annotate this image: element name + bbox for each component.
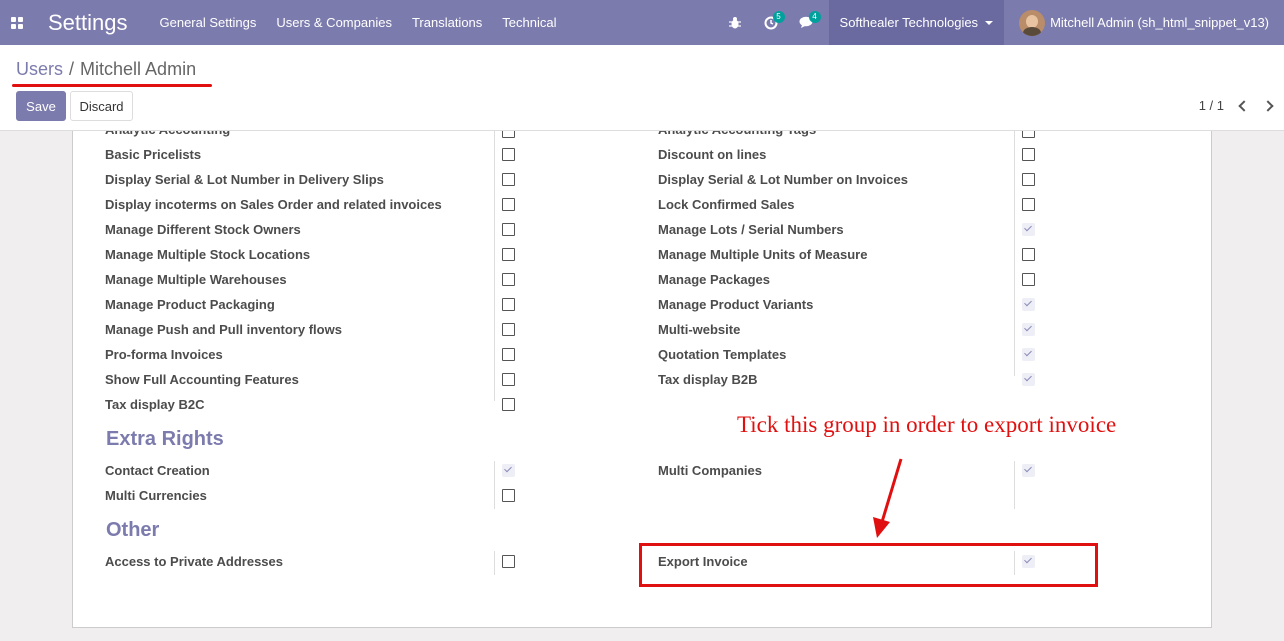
breadcrumb-separator: / [69, 59, 75, 79]
group-label: Multi Currencies [105, 488, 207, 503]
group-label: Manage Multiple Units of Measure [658, 247, 868, 262]
group-checkbox[interactable] [502, 131, 515, 138]
menu-users-companies[interactable]: Users & Companies [276, 15, 392, 30]
activity-count-badge: 5 [772, 11, 785, 23]
group-checkbox-checked[interactable] [502, 464, 515, 477]
group-label: Analytic Accounting [105, 131, 230, 142]
group-label: Analytic Accounting Tags [658, 131, 816, 142]
group-checkbox[interactable] [1022, 198, 1035, 211]
group-label: Manage Product Variants [658, 297, 814, 312]
group-checkbox[interactable] [502, 148, 515, 161]
section-title-other: Other [106, 519, 160, 541]
group-label: Display incoterms on Sales Order and rel… [105, 197, 442, 212]
user-name: Mitchell Admin (sh_html_snippet_v13) [1050, 15, 1269, 30]
group-checkbox[interactable] [502, 298, 515, 311]
group-label: Display Serial & Lot Number in Delivery … [105, 172, 384, 187]
group-label: Show Full Accounting Features [105, 372, 299, 387]
breadcrumb-users-link[interactable]: Users [16, 59, 63, 80]
group-checkbox[interactable] [1022, 248, 1035, 261]
column-divider [494, 461, 495, 509]
group-label: Manage Different Stock Owners [105, 222, 301, 237]
app-title: Settings [48, 9, 128, 35]
annotation-underline [12, 84, 212, 87]
group-checkbox-checked[interactable] [1022, 298, 1035, 311]
group-label: Quotation Templates [658, 347, 787, 362]
group-label: Tax display B2C [105, 397, 205, 412]
group-label: Pro-forma Invoices [105, 347, 223, 362]
group-label: Multi Companies [658, 463, 763, 478]
group-checkbox[interactable] [502, 373, 515, 386]
group-checkbox[interactable] [502, 248, 515, 261]
group-label: Discount on lines [658, 147, 767, 162]
user-menu[interactable]: Mitchell Admin (sh_html_snippet_v13) [1004, 0, 1284, 45]
group-checkbox[interactable] [502, 273, 515, 286]
group-checkbox[interactable] [502, 198, 515, 211]
group-checkbox-checked[interactable] [1022, 373, 1035, 386]
group-checkbox-checked[interactable] [1022, 348, 1035, 361]
column-divider [494, 551, 495, 575]
section-title-extra-rights: Extra Rights [106, 428, 224, 450]
company-switcher[interactable]: Softhealer Technologies [828, 0, 1005, 45]
group-checkbox[interactable] [502, 173, 515, 186]
group-label: Multi-website [658, 322, 741, 337]
pager-previous-icon[interactable] [1238, 99, 1250, 112]
group-checkbox[interactable] [502, 348, 515, 361]
group-label: Lock Confirmed Sales [658, 197, 795, 212]
group-label: Manage Multiple Stock Locations [105, 247, 311, 262]
company-name: Softhealer Technologies [839, 15, 979, 30]
group-label: Basic Pricelists [105, 147, 202, 162]
group-checkbox[interactable] [502, 555, 515, 568]
group-checkbox[interactable] [502, 398, 515, 411]
discard-button[interactable]: Discard [70, 91, 133, 121]
annotation-text: Tick this group in order to export invoi… [737, 412, 1117, 437]
group-checkbox-checked[interactable] [1022, 323, 1035, 336]
group-checkbox[interactable] [1022, 273, 1035, 286]
group-label: Access to Private Addresses [105, 554, 284, 569]
messages-count-badge: 4 [808, 11, 821, 23]
group-checkbox[interactable] [1022, 148, 1035, 161]
pager-next-icon[interactable] [1262, 99, 1274, 112]
menu-general-settings[interactable]: General Settings [160, 15, 257, 30]
pager: 1 / 1 [1199, 98, 1274, 113]
top-navbar: Settings General Settings Users & Compan… [0, 0, 1284, 45]
group-checkbox-checked[interactable] [1022, 464, 1035, 477]
activity-clock-icon[interactable]: 5 [753, 0, 789, 45]
column-divider [1014, 461, 1015, 509]
group-checkbox[interactable] [1022, 173, 1035, 186]
menu-translations[interactable]: Translations [412, 15, 482, 30]
breadcrumb: Users / Mitchell Admin [16, 59, 196, 80]
apps-menu-icon[interactable] [0, 0, 34, 45]
column-divider [1014, 131, 1015, 376]
group-label: Display Serial & Lot Number on Invoices [658, 172, 908, 187]
caret-down-icon [985, 20, 994, 25]
messages-chat-icon[interactable]: 4 [789, 0, 825, 45]
column-divider [494, 131, 495, 401]
group-label: Manage Push and Pull inventory flows [105, 322, 342, 337]
save-button[interactable]: Save [16, 91, 66, 121]
group-checkbox-checked[interactable] [1022, 223, 1035, 236]
group-label: Contact Creation [105, 463, 210, 478]
group-checkbox[interactable] [502, 323, 515, 336]
group-label: Manage Product Packaging [105, 297, 275, 312]
menu-technical[interactable]: Technical [502, 15, 556, 30]
group-label: Manage Multiple Warehouses [105, 272, 287, 287]
group-checkbox[interactable] [1022, 131, 1035, 138]
avatar [1019, 9, 1046, 36]
annotation-highlight-box [639, 543, 1098, 587]
control-panel: Users / Mitchell Admin Save Discard 1 / … [0, 45, 1284, 131]
debug-bug-icon[interactable] [717, 0, 753, 45]
group-label: Tax display B2B [658, 372, 758, 387]
group-label: Manage Lots / Serial Numbers [658, 222, 844, 237]
breadcrumb-current: Mitchell Admin [80, 59, 197, 79]
group-checkbox[interactable] [502, 489, 515, 502]
group-checkbox[interactable] [502, 223, 515, 236]
group-label: Manage Packages [658, 272, 771, 287]
pager-value[interactable]: 1 / 1 [1199, 98, 1224, 113]
